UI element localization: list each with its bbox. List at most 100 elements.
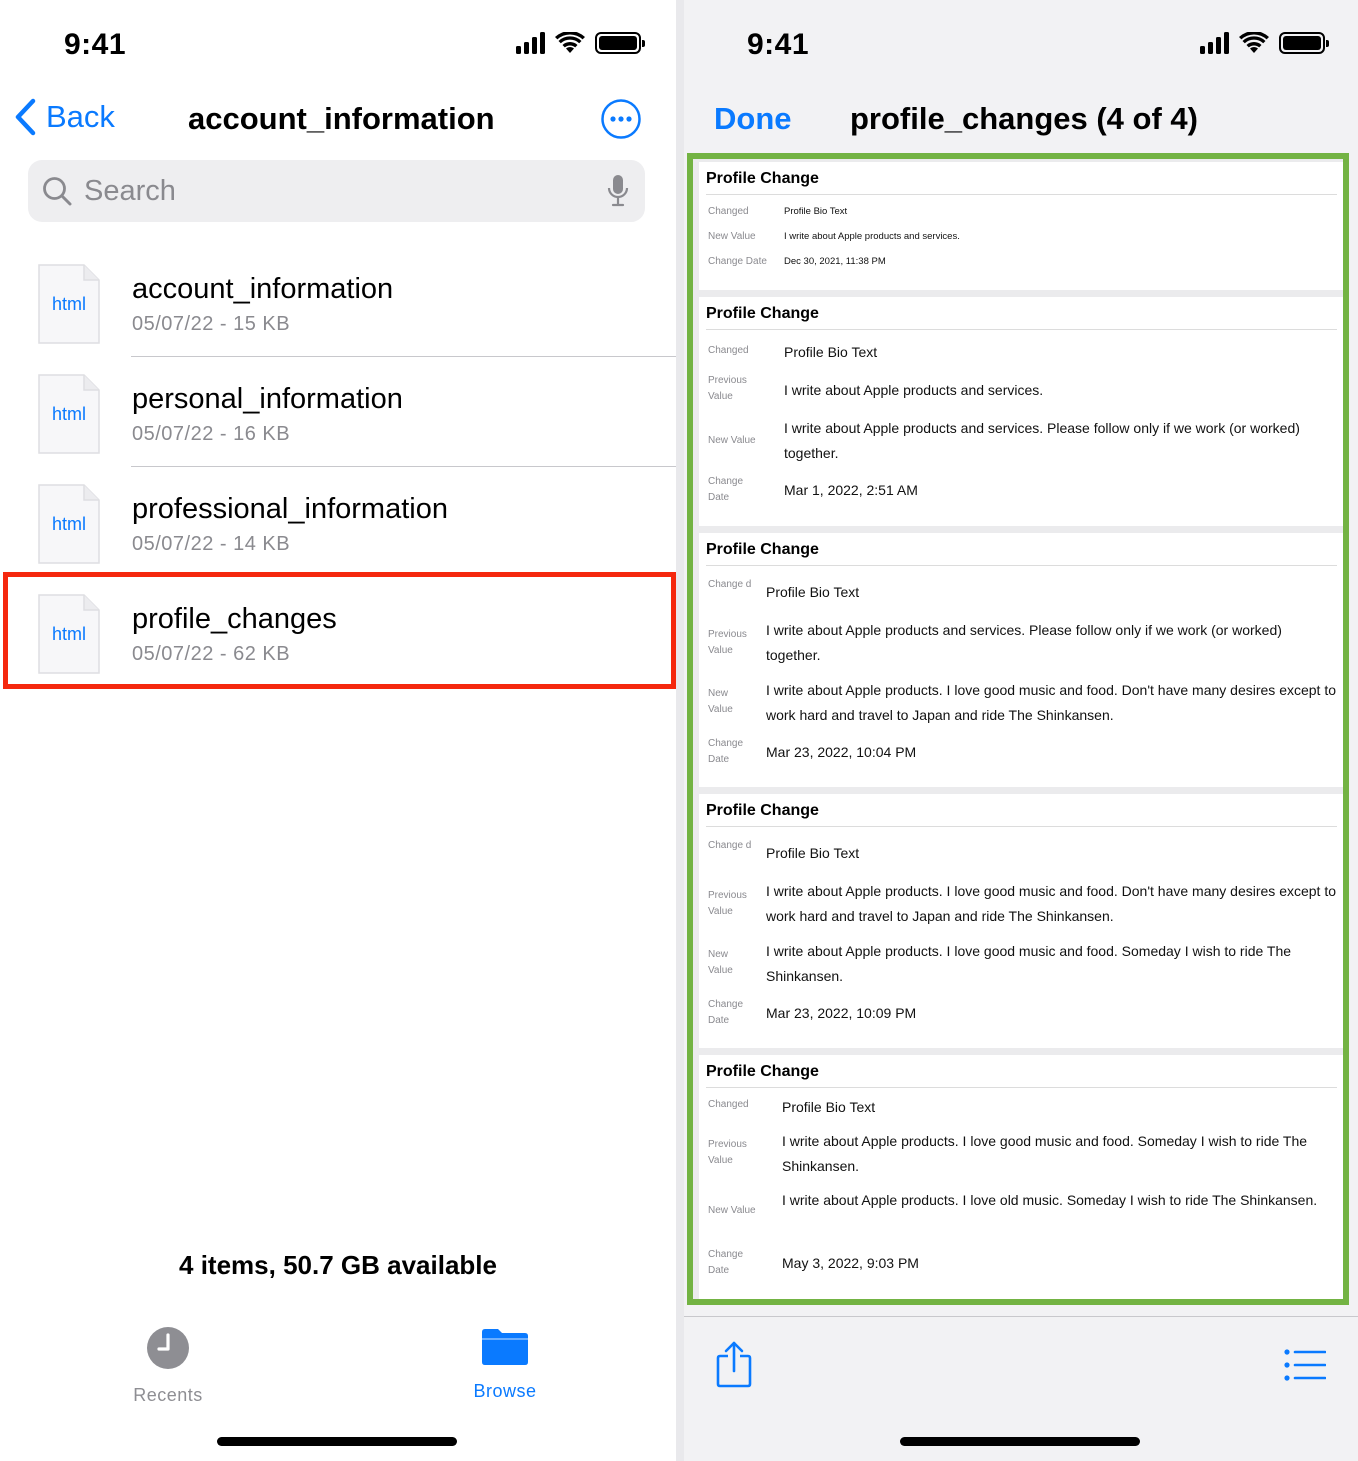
- file-meta: 05/07/22 - 16 KB: [132, 423, 291, 445]
- profile-change-card: Profile Change Changed Profile Bio Text …: [699, 162, 1343, 290]
- search-icon: [43, 177, 72, 206]
- field-value: Profile Bio Text: [784, 206, 848, 217]
- field-label: New Value: [708, 688, 733, 715]
- field-value: I write about Apple products. I love goo…: [766, 943, 1292, 984]
- highlight-box: [3, 572, 676, 689]
- field-value: Profile Bio Text: [766, 584, 860, 600]
- field-label: Change d: [708, 579, 752, 590]
- status-time: 9:41: [747, 28, 810, 61]
- field-label: Change Date: [708, 738, 744, 765]
- home-indicator: [900, 1437, 1140, 1446]
- field-label: Changed: [708, 345, 749, 356]
- tab-browse[interactable]: Browse: [425, 1326, 585, 1402]
- field-value: May 3, 2022, 9:03 PM: [782, 1255, 919, 1271]
- divider: [706, 826, 1337, 827]
- field-value: Profile Bio Text: [782, 1099, 876, 1115]
- field-value: Profile Bio Text: [784, 344, 878, 360]
- field-value: Mar 1, 2022, 2:51 AM: [784, 482, 918, 498]
- wifi-icon: [1239, 32, 1269, 53]
- file-ext: html: [51, 514, 86, 534]
- field-value: Mar 23, 2022, 10:04 PM: [766, 744, 917, 760]
- field-label: Change d: [708, 840, 752, 851]
- file-name: professional_information: [132, 493, 448, 525]
- field-value: I write about Apple products. I love old…: [782, 1192, 1318, 1208]
- field-value: Mar 23, 2022, 10:09 PM: [766, 1005, 917, 1021]
- status-bar: 9:41: [0, 0, 676, 90]
- field-label: Previous Value: [708, 375, 747, 402]
- done-button[interactable]: Done: [714, 101, 792, 137]
- field-label: Previous Value: [708, 890, 747, 917]
- profile-change-card: Profile Change Changed Profile Bio Text …: [699, 1055, 1343, 1299]
- file-row-professional-information[interactable]: html professional_information 05/07/22 -…: [0, 467, 676, 577]
- field-value: Profile Bio Text: [766, 845, 860, 861]
- list-icon[interactable]: [1284, 1349, 1326, 1381]
- document-preview-panel: 9:41 Done profile_changes (4 of 4) Profi…: [684, 0, 1358, 1461]
- chevron-left-icon: [15, 98, 36, 136]
- profile-change-card: Profile Change Changed Profile Bio Text …: [699, 297, 1343, 526]
- card-heading: Profile Change: [706, 305, 819, 322]
- search-field[interactable]: Search: [28, 160, 645, 222]
- status-time: 9:41: [64, 28, 127, 61]
- tab-recents[interactable]: Recents: [88, 1326, 248, 1406]
- clock-icon: [147, 1327, 189, 1369]
- back-label: Back: [46, 99, 115, 134]
- battery-icon: [1279, 32, 1329, 54]
- field-label: New Value: [708, 435, 756, 446]
- page-title: profile_changes (4 of 4): [850, 101, 1198, 136]
- field-value: I write about Apple products and service…: [784, 382, 1044, 398]
- tab-label: Browse: [473, 1381, 537, 1401]
- field-label: New Value: [708, 949, 733, 976]
- field-value: I write about Apple products. I love goo…: [766, 883, 1337, 924]
- profile-change-card: Profile Change Change d Profile Bio Text…: [699, 533, 1343, 787]
- toolbar-divider: [684, 1316, 1358, 1317]
- divider: [706, 565, 1337, 566]
- field-label: Previous Value: [708, 629, 747, 656]
- file-meta: 05/07/22 - 15 KB: [132, 313, 291, 335]
- field-label: Previous Value: [708, 1139, 747, 1166]
- mic-icon[interactable]: [607, 174, 629, 208]
- field-label: New Value: [708, 231, 756, 242]
- divider: [706, 329, 1337, 330]
- card-heading: Profile Change: [706, 802, 819, 819]
- battery-icon: [595, 32, 645, 54]
- document-highlight-box: Profile Change Changed Profile Bio Text …: [687, 153, 1349, 1305]
- tab-label: Recents: [133, 1385, 203, 1405]
- status-bar: 9:41: [684, 0, 1358, 90]
- field-label: Changed: [708, 1099, 749, 1110]
- field-label: New Value: [708, 1205, 756, 1216]
- more-icon: [601, 99, 641, 139]
- file-meta: 05/07/22 - 14 KB: [132, 533, 291, 555]
- field-value: I write about Apple products and service…: [766, 622, 1282, 663]
- field-label: Changed: [708, 206, 749, 217]
- file-row-personal-information[interactable]: html personal_information 05/07/22 - 16 …: [0, 357, 676, 467]
- more-button[interactable]: [600, 98, 642, 140]
- file-ext: html: [51, 294, 86, 314]
- file-icon: html: [38, 264, 100, 344]
- divider: [706, 1087, 1337, 1088]
- signal-icon: [516, 32, 545, 54]
- field-label: Change Date: [708, 256, 767, 267]
- file-name: account_information: [132, 273, 394, 305]
- card-heading: Profile Change: [706, 541, 819, 558]
- file-name: personal_information: [132, 383, 403, 415]
- field-value: I write about Apple products and service…: [784, 231, 960, 242]
- search-placeholder: Search: [84, 174, 176, 207]
- file-row-account-information[interactable]: html account_information 05/07/22 - 15 K…: [0, 247, 676, 357]
- field-label: Change Date: [708, 999, 744, 1026]
- storage-summary: 4 items, 50.7 GB available: [179, 1250, 497, 1280]
- share-icon[interactable]: [715, 1340, 753, 1388]
- profile-change-card: Profile Change Change d Profile Bio Text…: [699, 794, 1343, 1048]
- page-title: account_information: [188, 101, 495, 136]
- signal-icon: [1200, 32, 1229, 54]
- field-label: Change Date: [708, 476, 744, 503]
- field-label: Change Date: [708, 1249, 744, 1276]
- wifi-icon: [555, 32, 585, 53]
- folder-icon: [482, 1329, 528, 1365]
- home-indicator: [217, 1437, 457, 1446]
- file-icon: html: [38, 374, 100, 454]
- back-button[interactable]: Back: [14, 98, 115, 136]
- files-browser-panel: 9:41 Back account_information Search htm…: [0, 0, 676, 1461]
- field-value: Dec 30, 2021, 11:38 PM: [784, 256, 886, 267]
- field-value: I write about Apple products. I love goo…: [766, 682, 1337, 723]
- card-heading: Profile Change: [706, 170, 819, 187]
